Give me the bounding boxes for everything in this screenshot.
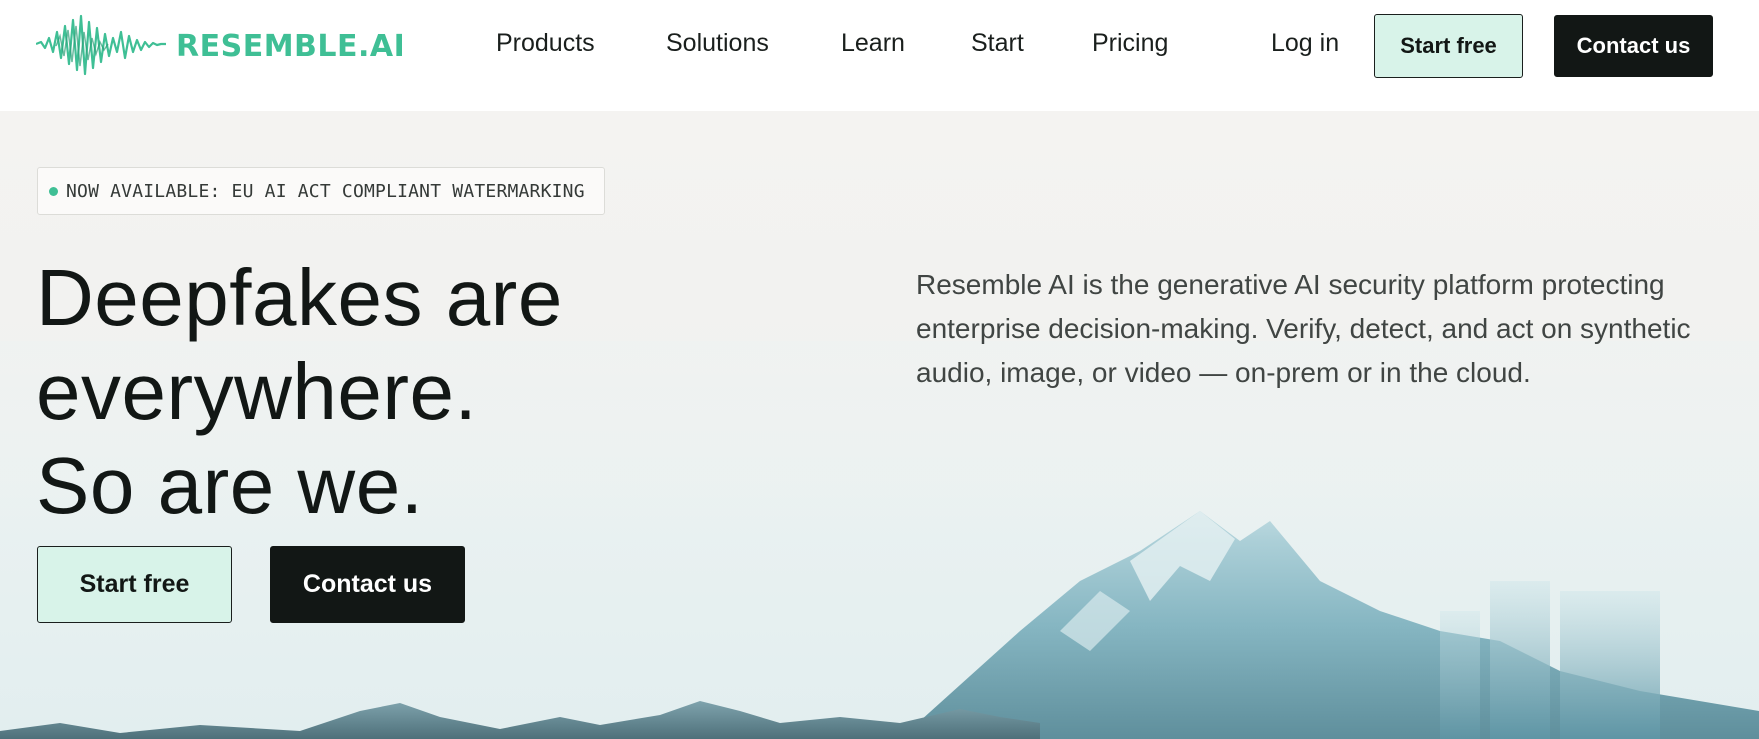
hero-start-free-button[interactable]: Start free	[37, 546, 232, 623]
hero-contact-button[interactable]: Contact us	[270, 546, 465, 623]
status-dot-icon	[49, 186, 58, 196]
nav-start-free-button[interactable]: Start free	[1374, 14, 1523, 78]
hero-section: NOW AVAILABLE: EU AI ACT COMPLIANT WATER…	[0, 111, 1759, 739]
badge-text: NOW AVAILABLE: EU AI ACT COMPLIANT WATER…	[66, 180, 585, 202]
waveform-logo-icon	[36, 14, 166, 76]
nav-products[interactable]: Products	[496, 29, 595, 58]
hero-headline: Deepfakes are everywhere. So are we.	[36, 251, 563, 533]
headline-line-1: Deepfakes are	[36, 253, 563, 342]
logo[interactable]: RESEMBLE.AI	[36, 12, 405, 80]
headline-line-3: So are we.	[36, 441, 424, 530]
nav-pricing[interactable]: Pricing	[1092, 29, 1168, 58]
nav-learn[interactable]: Learn	[841, 29, 905, 58]
top-navigation: RESEMBLE.AI Products Solutions Learn Sta…	[0, 0, 1759, 111]
nav-solutions[interactable]: Solutions	[666, 29, 769, 58]
announcement-badge[interactable]: NOW AVAILABLE: EU AI ACT COMPLIANT WATER…	[37, 167, 605, 215]
login-link[interactable]: Log in	[1271, 29, 1339, 58]
hero-description: Resemble AI is the generative AI securit…	[916, 269, 1691, 388]
logo-wordmark: RESEMBLE.AI	[176, 28, 406, 64]
headline-line-2: everywhere.	[36, 347, 478, 436]
nav-contact-button[interactable]: Contact us	[1554, 15, 1713, 77]
nav-start[interactable]: Start	[971, 29, 1024, 58]
